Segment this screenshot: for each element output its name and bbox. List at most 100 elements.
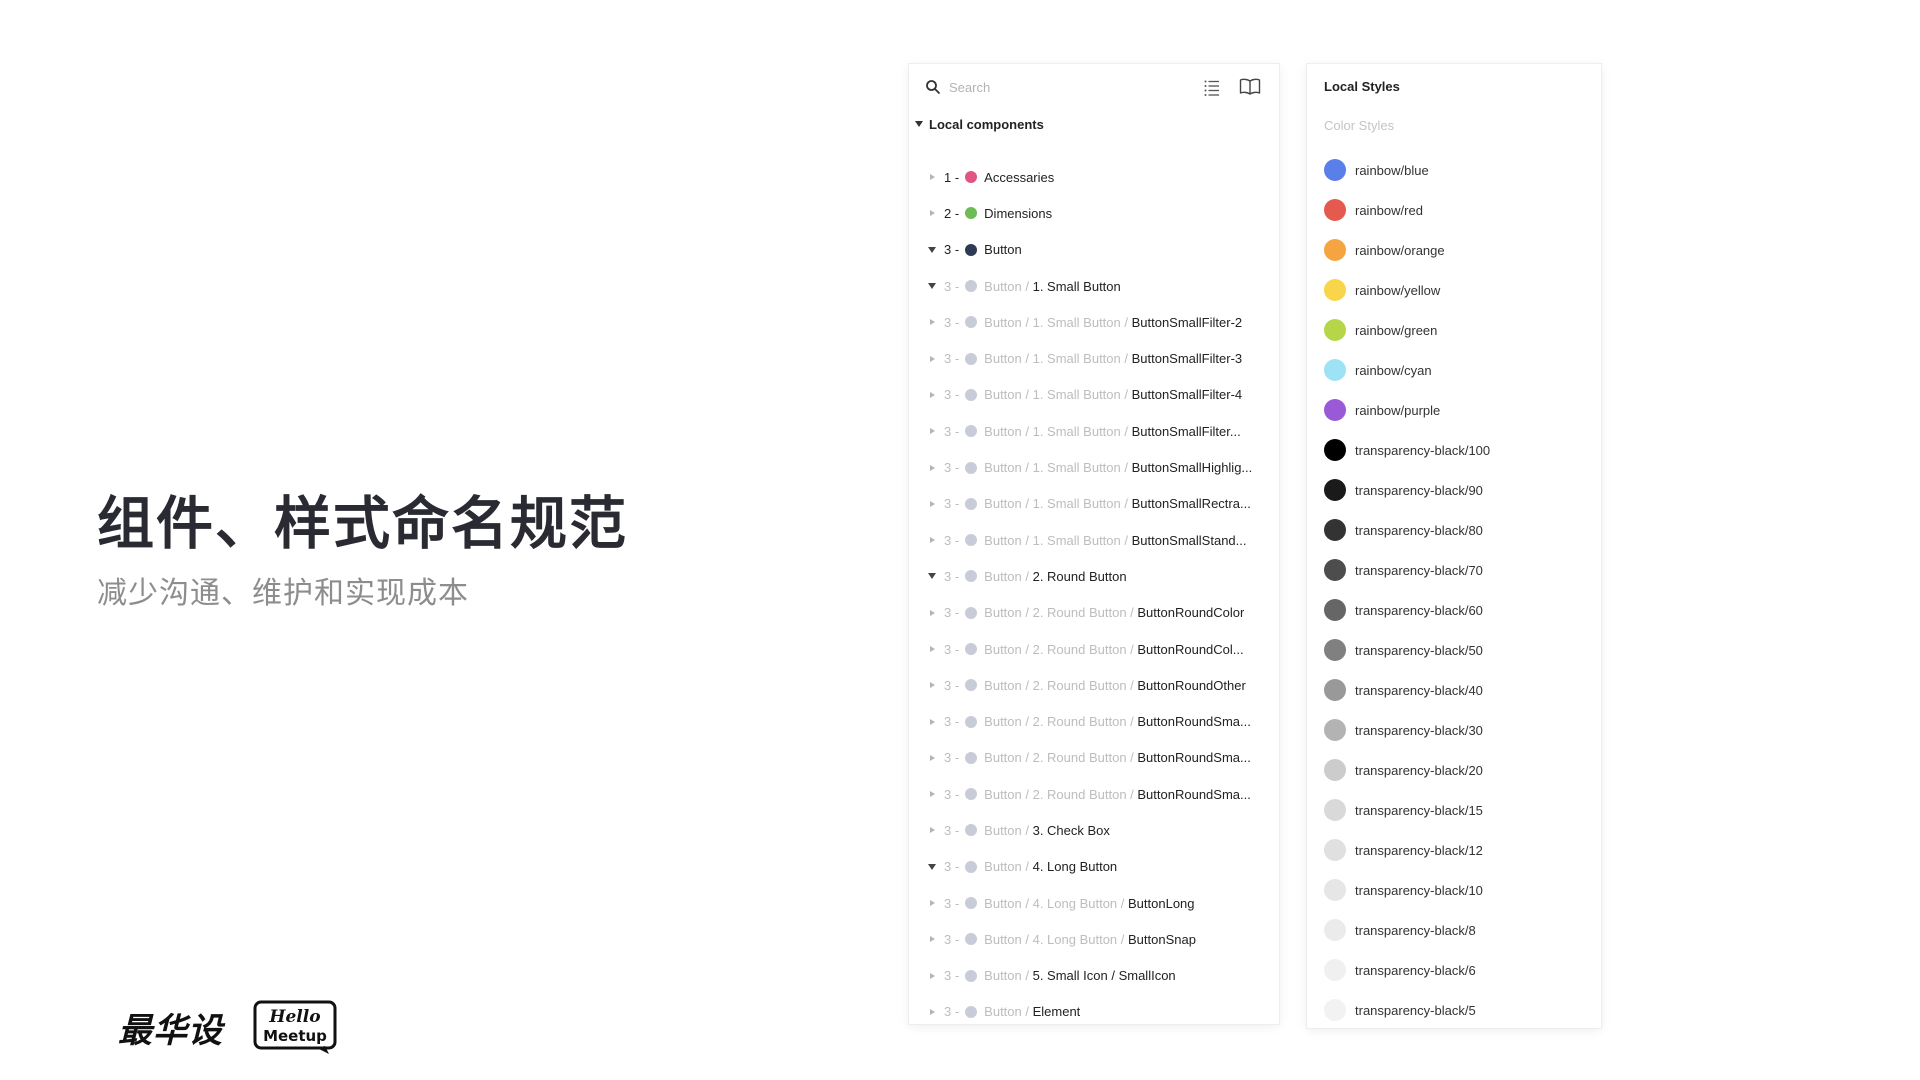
chevron-right-icon[interactable]: [926, 609, 938, 616]
color-style-name: rainbow/purple: [1355, 402, 1441, 418]
chevron-right-icon[interactable]: [926, 428, 938, 435]
search-input[interactable]: [949, 77, 1179, 97]
chevron-right-icon[interactable]: [926, 537, 938, 544]
tree-row[interactable]: 3 - Button / 4. Long Button / ButtonSnap: [909, 921, 1279, 957]
row-number: 3 -: [944, 714, 960, 730]
library-book-icon[interactable]: [1239, 77, 1261, 97]
color-style-item[interactable]: transparency-black/50: [1324, 630, 1601, 670]
styles-title: Local Styles: [1324, 79, 1400, 94]
tree-row-label: 3 - Button / 2. Round Button / ButtonRoun…: [944, 787, 1251, 802]
chevron-right-icon[interactable]: [926, 827, 938, 834]
list-view-icon[interactable]: [1203, 78, 1221, 96]
chevron-right-icon[interactable]: [926, 646, 938, 652]
tree-row[interactable]: 3 - Button / 2. Round Button / ButtonRoun…: [909, 667, 1279, 703]
color-style-item[interactable]: transparency-black/60: [1324, 590, 1601, 630]
chevron-right-icon[interactable]: [926, 355, 938, 362]
color-style-item[interactable]: transparency-black/8: [1324, 910, 1601, 950]
tree-row[interactable]: 3 - Button / 1. Small Button / ButtonSmal…: [909, 304, 1279, 340]
component-emoji-icon: [965, 751, 978, 764]
components-panel: Local components 1 - Accessaries 2 - Dimens…: [909, 64, 1279, 1024]
color-style-item[interactable]: transparency-black/70: [1324, 550, 1601, 590]
row-name: ButtonRoundSma...: [1137, 714, 1251, 730]
chevron-right-icon[interactable]: [926, 319, 938, 326]
color-swatch: [1324, 279, 1346, 301]
chevron-right-icon[interactable]: [926, 754, 938, 761]
color-style-item[interactable]: transparency-black/40: [1324, 670, 1601, 710]
row-path-prefix: Button / 1. Small Button /: [984, 532, 1132, 548]
tree-row[interactable]: 3 - Button / 3. Check Box: [909, 812, 1279, 848]
tree-row[interactable]: 3 - Button / 5. Small Icon / SmallIcon: [909, 958, 1279, 994]
tree-row[interactable]: 2 - Dimensions: [909, 195, 1279, 231]
color-style-item[interactable]: transparency-black/6: [1324, 950, 1601, 990]
color-style-item[interactable]: rainbow/cyan: [1324, 350, 1601, 390]
row-path-prefix: Button / 1. Small Button /: [984, 314, 1132, 330]
chevron-right-icon[interactable]: [926, 500, 938, 507]
chevron-right-icon[interactable]: [926, 1008, 938, 1015]
tree-row[interactable]: 3 - Button / 2. Round Button: [909, 558, 1279, 594]
chevron-down-icon[interactable]: [926, 863, 938, 870]
tree-row-label: 3 - Button / 4. Long Button / ButtonLong: [944, 896, 1195, 911]
chevron-right-icon[interactable]: [926, 791, 938, 798]
color-style-item[interactable]: transparency-black/15: [1324, 790, 1601, 830]
tree-row[interactable]: 3 - Button / 2. Round Button / ButtonRoun…: [909, 631, 1279, 667]
chevron-right-icon[interactable]: [926, 682, 938, 689]
tree-row[interactable]: 3 - Button / 2. Round Button / ButtonRoun…: [909, 740, 1279, 776]
chevron-right-icon[interactable]: [926, 900, 938, 907]
color-style-item[interactable]: transparency-black/30: [1324, 710, 1601, 750]
row-number: 3 -: [944, 1004, 960, 1020]
local-components-header[interactable]: Local components: [909, 110, 1279, 138]
color-style-item[interactable]: transparency-black/80: [1324, 510, 1601, 550]
chevron-right-icon[interactable]: [926, 464, 938, 471]
tree-row[interactable]: 3 - Button / 4. Long Button / ButtonLong: [909, 885, 1279, 921]
tree-row[interactable]: 3 - Button / 2. Round Button / ButtonRoun…: [909, 776, 1279, 812]
row-number: 3 -: [944, 314, 960, 330]
color-style-item[interactable]: rainbow/purple: [1324, 390, 1601, 430]
row-number: 3 -: [944, 750, 960, 766]
color-style-item[interactable]: transparency-black/10: [1324, 870, 1601, 910]
tree-row-label: 3 - Button / 1. Small Button / ButtonSmal…: [944, 460, 1252, 475]
color-style-item[interactable]: transparency-black/5: [1324, 990, 1601, 1030]
chevron-right-icon[interactable]: [926, 391, 938, 398]
chevron-right-icon[interactable]: [926, 718, 938, 725]
color-style-item[interactable]: rainbow/green: [1324, 310, 1601, 350]
tree-row[interactable]: 3 - Button: [909, 232, 1279, 268]
color-style-item[interactable]: rainbow/red: [1324, 190, 1601, 230]
row-name: Element: [1032, 1004, 1081, 1020]
tree-row[interactable]: 3 - Button / 1. Small Button / ButtonSmal…: [909, 413, 1279, 449]
chevron-right-icon[interactable]: [926, 210, 938, 217]
color-style-name: transparency-black/10: [1355, 882, 1483, 898]
color-styles-label: Color Styles: [1324, 118, 1395, 133]
component-emoji-icon: [965, 1005, 978, 1018]
color-style-item[interactable]: rainbow/orange: [1324, 230, 1601, 270]
tree-row[interactable]: 3 - Button / 1. Small Button / ButtonSmal…: [909, 377, 1279, 413]
chevron-down-icon[interactable]: [926, 283, 938, 290]
chevron-down-icon[interactable]: [926, 246, 938, 253]
color-style-item[interactable]: transparency-black/90: [1324, 470, 1601, 510]
chevron-down-icon[interactable]: [926, 573, 938, 580]
tree-row[interactable]: 3 - Button / 1. Small Button / ButtonSmal…: [909, 449, 1279, 485]
tree-row[interactable]: 3 - Button / 1. Small Button / ButtonSmal…: [909, 522, 1279, 558]
row-name: ButtonSnap: [1128, 931, 1196, 947]
component-emoji-icon: [965, 570, 978, 583]
tree-row[interactable]: 3 - Button / 1. Small Button / ButtonSmal…: [909, 340, 1279, 376]
color-style-item[interactable]: transparency-black/12: [1324, 830, 1601, 870]
row-path-prefix: Button / 2. Round Button /: [984, 605, 1138, 621]
chevron-right-icon[interactable]: [926, 936, 938, 943]
color-style-item[interactable]: transparency-black/100: [1324, 430, 1601, 470]
color-style-item[interactable]: rainbow/yellow: [1324, 270, 1601, 310]
color-style-item[interactable]: transparency-black/20: [1324, 750, 1601, 790]
tree-row[interactable]: 3 - Button / 2. Round Button / ButtonRoun…: [909, 595, 1279, 631]
chevron-right-icon[interactable]: [926, 972, 938, 979]
row-name: 4. Long Button: [1032, 859, 1118, 875]
color-style-item[interactable]: rainbow/blue: [1324, 150, 1601, 190]
color-swatch: [1324, 399, 1346, 421]
tree-row[interactable]: 3 - Button / 1. Small Button / ButtonSmal…: [909, 486, 1279, 522]
tree-row[interactable]: 3 - Button / 1. Small Button: [909, 268, 1279, 304]
row-number: 1 -: [944, 169, 960, 185]
tree-row[interactable]: 3 - Button / Element: [909, 994, 1279, 1030]
tree-row[interactable]: 3 - Button / 2. Round Button / ButtonRoun…: [909, 703, 1279, 739]
component-emoji-icon: [965, 425, 978, 438]
chevron-right-icon[interactable]: [926, 174, 938, 181]
tree-row[interactable]: 1 - Accessaries: [909, 159, 1279, 195]
tree-row[interactable]: 3 - Button / 4. Long Button: [909, 849, 1279, 885]
